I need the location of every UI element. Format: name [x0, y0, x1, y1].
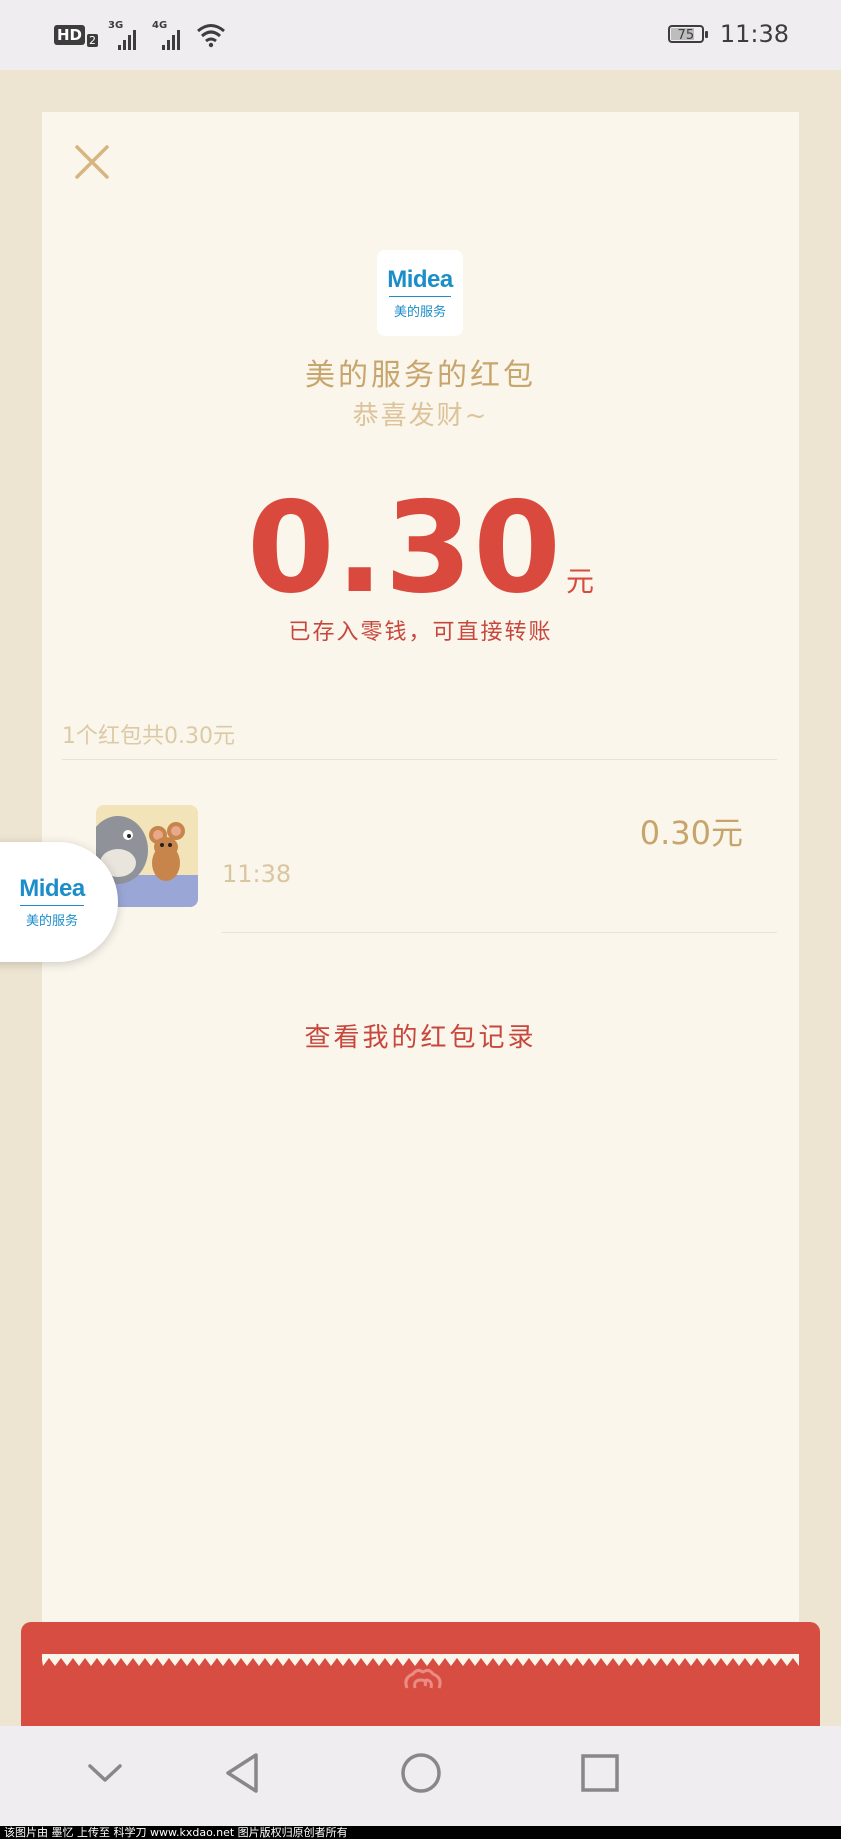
battery-level: 75	[677, 28, 695, 43]
chevron-down-icon[interactable]	[86, 1750, 124, 1796]
amount-note: 已存入零钱，可直接转账	[288, 620, 553, 645]
packet-summary: 1个红包共0.30元	[62, 724, 235, 749]
floating-logo: Midea 美的服务	[7, 857, 97, 947]
sender-logo: Midea 美的服务	[377, 250, 463, 336]
wifi-icon	[197, 24, 225, 48]
battery-icon: 75	[667, 25, 708, 43]
record-amount: 0.30元	[639, 814, 743, 852]
summary-divider	[62, 759, 777, 760]
view-records-link[interactable]: 查看我的红包记录	[42, 1017, 799, 1054]
logo-subtitle: 美的服务	[393, 305, 446, 320]
card-zigzag-edge	[42, 1654, 799, 1666]
floating-logo-divider	[20, 905, 84, 906]
watermark-caption: 该图片由 墨忆 上传至 科学刀 www.kxdao.net 图片版权归原创者所有	[0, 1826, 841, 1839]
sender-title: 美的服务的红包	[305, 358, 536, 393]
greeting-text: 恭喜发财~	[352, 401, 489, 431]
floating-service-bubble[interactable]: Midea 美的服务	[0, 842, 118, 962]
floating-logo-wordmark: Midea	[19, 875, 85, 902]
amount-value: 0.30	[247, 474, 562, 621]
red-packet-card: Midea 美的服务 美的服务的红包 恭喜发财~ 0.30 元 已存入零钱，可直接…	[42, 112, 799, 1660]
signal-icon: 4G	[152, 20, 186, 50]
back-icon[interactable]	[222, 1750, 260, 1796]
status-time: 11:38	[719, 20, 789, 48]
hd-badge: HD	[54, 25, 86, 45]
amount-unit: 元	[565, 565, 594, 598]
amount-display: 0.30 元	[42, 474, 799, 621]
status-indicators: HD 2 3G 4G	[54, 20, 226, 50]
floating-logo-subtitle: 美的服务	[25, 914, 78, 929]
cloud-ornament-icon	[404, 1668, 442, 1689]
logo-wordmark: Midea	[387, 266, 453, 293]
logo-divider	[389, 296, 451, 297]
recents-icon[interactable]	[580, 1750, 620, 1796]
signal-icon: 3G	[108, 20, 142, 50]
close-button[interactable]	[70, 140, 114, 184]
status-bar: HD 2 3G 4G 75 11:38	[0, 0, 841, 70]
home-icon[interactable]	[398, 1750, 444, 1796]
hd-sub-badge: 2	[87, 33, 99, 47]
record-divider	[222, 932, 777, 933]
navigation-bar	[0, 1726, 841, 1826]
red-packet-base	[21, 1622, 820, 1726]
record-time: 11:38	[222, 860, 292, 888]
status-right: 75 11:38	[667, 20, 789, 48]
close-icon[interactable]	[74, 144, 110, 180]
